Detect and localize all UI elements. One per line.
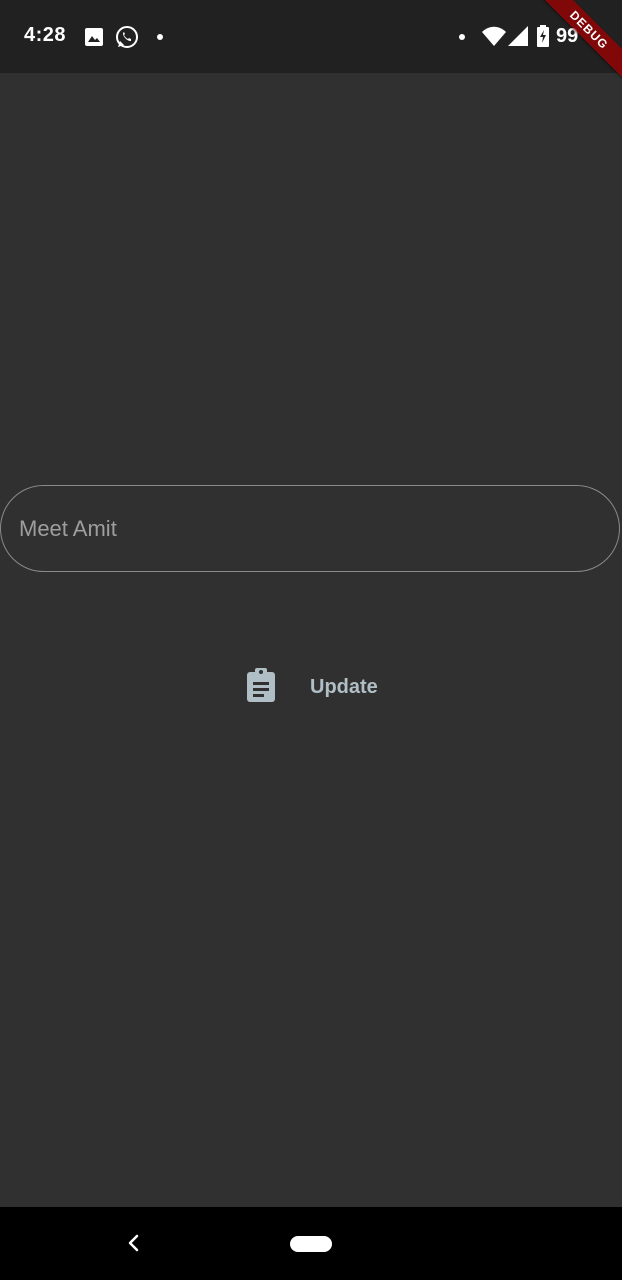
image-icon xyxy=(85,28,103,46)
update-button-label: Update xyxy=(310,676,378,698)
battery-icon xyxy=(537,25,549,47)
notification-dot xyxy=(157,34,163,40)
navigation-bar xyxy=(0,1207,622,1280)
status-time: 4:28 xyxy=(24,24,67,46)
clipboard-icon xyxy=(247,668,275,702)
name-text-field[interactable] xyxy=(0,485,620,572)
status-bar: 4:28 99 xyxy=(0,0,622,73)
update-button[interactable]: Update xyxy=(236,660,396,714)
battery-percent: 99 xyxy=(556,25,579,47)
wifi-icon xyxy=(482,26,506,46)
app-screen: 4:28 99 DEBUG Meet Amit Update xyxy=(0,0,622,1280)
back-icon[interactable] xyxy=(122,1231,146,1255)
whatsapp-icon xyxy=(116,26,138,48)
signal-icon xyxy=(508,26,528,46)
notification-dot-right xyxy=(459,34,465,40)
home-pill[interactable] xyxy=(290,1236,332,1252)
name-input[interactable] xyxy=(19,486,599,571)
